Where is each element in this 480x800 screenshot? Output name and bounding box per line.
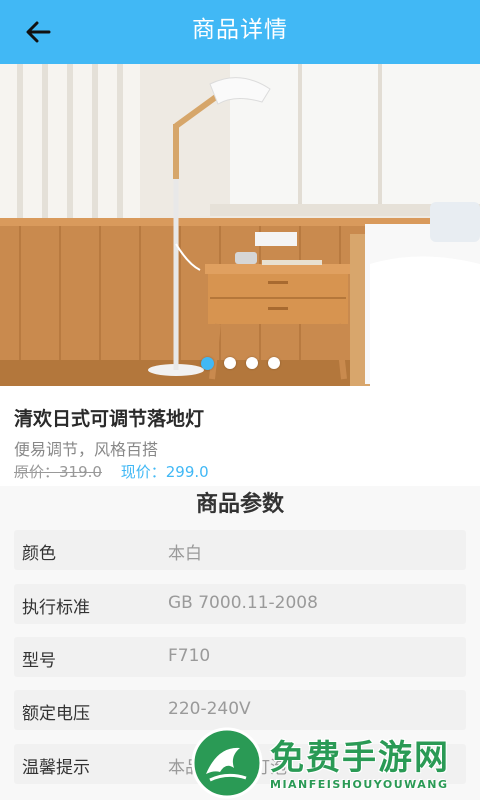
current-price: 现价：299.0: [120, 463, 209, 481]
carousel-dot-1[interactable]: [200, 357, 214, 370]
param-row-color: 颜色 本白: [14, 530, 466, 570]
carousel-dot-2[interactable]: [223, 357, 236, 369]
watermark-logo-icon: [191, 727, 263, 799]
param-value: F710: [168, 646, 211, 666]
param-key: 颜色: [22, 544, 56, 564]
product-image-carousel[interactable]: [0, 64, 480, 386]
original-price: 原价：319.0: [14, 463, 102, 481]
param-key: 型号: [22, 651, 56, 671]
param-value: 本白: [168, 544, 202, 564]
carousel-indicator: [0, 357, 480, 370]
product-name: 清欢日式可调节落地灯: [14, 408, 205, 430]
param-key: 额定电压: [22, 704, 90, 724]
app-root: 商品详情 清欢日式可调节落地灯 便易调节，风格百搭 原价：319.0 现价：29…: [0, 0, 480, 800]
param-key: 执行标准: [22, 598, 90, 618]
product-info: 清欢日式可调节落地灯 便易调节，风格百搭 原价：319.0 现价：299.0: [0, 386, 480, 486]
carousel-dot-3[interactable]: [245, 357, 258, 369]
param-value: GB 7000.11-2008: [168, 593, 318, 613]
param-value: 220-240V: [168, 699, 251, 719]
price-row: 原价：319.0 现价：299.0: [14, 461, 209, 482]
product-subtitle: 便易调节，风格百搭: [14, 440, 159, 459]
product-photo: [0, 64, 480, 386]
param-row-model: 型号 F710: [14, 637, 466, 677]
page-title: 商品详情: [192, 17, 288, 43]
carousel-dot-4[interactable]: [267, 357, 280, 369]
site-watermark: 免费手游网 MIANFEISHOUYOUWANG: [186, 726, 478, 800]
top-bar: 商品详情: [0, 0, 480, 64]
watermark-subtext: MIANFEISHOUYOUWANG: [270, 778, 449, 791]
param-row-voltage: 额定电压 220-240V: [14, 690, 466, 730]
param-key: 温馨提示: [22, 758, 90, 778]
param-row-standard: 执行标准 GB 7000.11-2008: [14, 584, 466, 624]
params-title: 商品参数: [195, 492, 284, 517]
watermark-text: 免费手游网: [270, 738, 450, 778]
